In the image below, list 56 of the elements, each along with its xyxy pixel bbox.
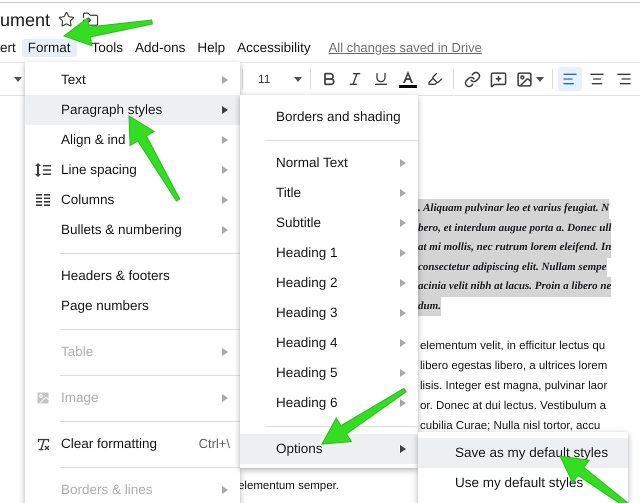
save-status-link[interactable]: All changes saved in Drive xyxy=(328,38,482,58)
line-spacing-icon xyxy=(35,163,51,177)
columns-icon xyxy=(36,194,50,206)
document-title[interactable]: ument xyxy=(0,10,50,28)
underline-icon[interactable] xyxy=(373,71,389,87)
document-line: elementum velit, in efficitur lectus qu xyxy=(420,339,606,354)
menu-item[interactable]: Columns xyxy=(25,185,240,215)
menu-item[interactable]: Page numbers xyxy=(25,291,240,321)
document-line: lisis. Integer est magna, pulvinar laor xyxy=(420,379,608,394)
add-comment-icon[interactable] xyxy=(490,70,507,88)
image-icon[interactable] xyxy=(516,70,533,88)
link-icon[interactable] xyxy=(464,70,481,88)
menu-item[interactable]: Normal Text xyxy=(240,148,418,178)
menu-bar-item[interactable]: Accessibility xyxy=(231,39,317,57)
caret-icon xyxy=(536,76,544,82)
menu-bar-item[interactable]: ert xyxy=(0,39,22,57)
caret-icon xyxy=(14,76,22,82)
clear-formatting-icon xyxy=(36,436,50,452)
menu-item[interactable]: Line spacing xyxy=(25,155,240,185)
bold-icon[interactable] xyxy=(321,71,337,87)
italic-icon[interactable] xyxy=(347,71,363,87)
menu-item[interactable]: Title xyxy=(240,178,418,208)
menu-item[interactable]: Use my default styles xyxy=(418,468,628,498)
image-icon xyxy=(35,390,51,406)
menu-bar-item[interactable]: Format xyxy=(22,39,77,57)
menu-item[interactable]: Heading 1 xyxy=(240,238,418,268)
highlighter-icon[interactable] xyxy=(427,71,443,87)
menu-item[interactable]: Heading 4 xyxy=(240,328,418,358)
font-size-field[interactable]: 11 xyxy=(258,70,294,88)
menu-item[interactable]: Heading 2 xyxy=(240,268,418,298)
caret-icon xyxy=(294,76,302,82)
menu-item[interactable]: Paragraph styles xyxy=(25,95,240,125)
document-line: or. Donec at dui lectus. Vestibulum a xyxy=(420,399,606,414)
menu-item[interactable]: Text xyxy=(25,65,240,95)
text-color-icon[interactable] xyxy=(399,70,417,88)
menu-item[interactable]: Heading 5 xyxy=(240,358,418,388)
menu-bar-item[interactable]: Help xyxy=(191,39,232,57)
menu-bar-item[interactable]: Tools xyxy=(86,39,130,57)
menu-item[interactable]: Heading 3 xyxy=(240,298,418,328)
document-line: cubilia Curae; Nulla nisl tortor, accu xyxy=(420,419,600,434)
menu-item[interactable]: Borders and shading xyxy=(240,102,418,132)
align-left-icon xyxy=(562,71,578,87)
menu-item[interactable]: Options xyxy=(240,434,418,464)
align-right-icon xyxy=(616,71,632,87)
menu-item[interactable]: Align & ind xyxy=(25,125,240,155)
menu-item[interactable]: Headers & footers xyxy=(25,261,240,291)
align-center-icon xyxy=(589,71,605,87)
document-line: elementum semper. xyxy=(238,479,339,494)
star-icon[interactable] xyxy=(58,11,76,28)
menu-item[interactable]: Save as my default styles xyxy=(418,438,628,468)
menu-item[interactable]: Bullets & numbering xyxy=(25,215,240,245)
menu-item[interactable]: Subtitle xyxy=(240,208,418,238)
menu-item[interactable]: Clear formatting Ctrl+\ xyxy=(25,429,240,459)
document-line: libero egestas libero, a ultrices lorem xyxy=(420,359,608,374)
menu-item[interactable]: Heading 6 xyxy=(240,388,418,418)
menu-bar-item[interactable]: Add-ons xyxy=(129,39,192,57)
